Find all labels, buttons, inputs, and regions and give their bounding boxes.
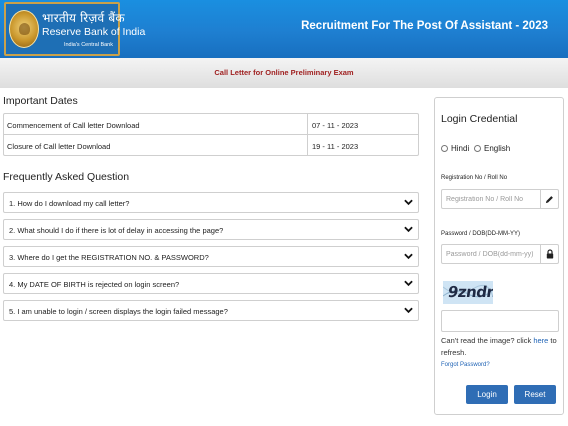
faq-question: 4. My DATE OF BIRTH is rejected on login… — [9, 280, 180, 289]
logo-tagline: India's Central Bank — [63, 42, 113, 48]
chevron-down-icon — [404, 253, 413, 260]
page-header: भारतीय रिज़र्व बैंक Reserve Bank of Indi… — [0, 0, 568, 58]
refresh-captcha-link[interactable]: here — [533, 336, 548, 345]
faq-question: 3. Where do I get the REGISTRATION NO. &… — [9, 253, 209, 262]
faq-item-registration[interactable]: 3. Where do I get the REGISTRATION NO. &… — [3, 246, 419, 267]
captcha-input[interactable] — [441, 310, 559, 332]
chevron-down-icon — [404, 280, 413, 287]
lock-icon — [540, 245, 558, 263]
chevron-down-icon — [404, 307, 413, 314]
forgot-password-link[interactable]: Forgot Password? — [441, 362, 490, 368]
date-label: Closure of Call letter Download — [7, 142, 111, 151]
language-hindi-radio[interactable]: Hindi — [441, 143, 469, 153]
captcha-image: 9zndn — [443, 281, 493, 304]
rbi-seal-icon — [9, 10, 39, 48]
date-label: Commencement of Call letter Download — [7, 121, 140, 130]
important-dates-title: Important Dates — [3, 95, 78, 107]
pencil-icon — [540, 190, 558, 208]
important-dates-table: Commencement of Call letter Download 07 … — [3, 113, 419, 156]
help-prefix: Can't read the image? click — [441, 336, 534, 345]
page-title: Recruitment For The Post Of Assistant - … — [301, 20, 548, 32]
chevron-down-icon — [404, 226, 413, 233]
faq-question: 1. How do I download my call letter? — [9, 199, 130, 208]
password-input[interactable] — [442, 245, 540, 263]
radio-label: English — [484, 143, 511, 153]
faq-question: 2. What should I do if there is lot of d… — [9, 226, 224, 235]
logo-english-text: Reserve Bank of India — [42, 26, 146, 38]
password-label: Password / DOB(DD-MM-YY) — [441, 231, 521, 237]
date-value: 19 - 11 - 2023 — [307, 135, 418, 156]
table-row: Closure of Call letter Download 19 - 11 … — [4, 135, 418, 156]
table-row: Commencement of Call letter Download 07 … — [4, 114, 418, 135]
faq-title: Frequently Asked Question — [3, 171, 130, 183]
logo-hindi-text: भारतीय रिज़र्व बैंक — [42, 11, 125, 25]
faq-item-download[interactable]: 1. How do I download my call letter? — [3, 192, 419, 213]
faq-item-delay[interactable]: 2. What should I do if there is lot of d… — [3, 219, 419, 240]
language-english-radio[interactable]: English — [474, 143, 510, 153]
login-panel: Login Credential Hindi English Registrat… — [434, 97, 564, 415]
registration-field — [441, 189, 559, 209]
reset-button[interactable]: Reset — [514, 385, 556, 404]
date-value: 07 - 11 - 2023 — [307, 114, 418, 135]
captcha-help-text: Can't read the image? click here to refr… — [441, 335, 561, 359]
radio-label: Hindi — [451, 143, 470, 153]
exam-banner: Call Letter for Online Preliminary Exam — [0, 58, 568, 88]
password-field — [441, 244, 559, 264]
faq-item-login-failed[interactable]: 5. I am unable to login / screen display… — [3, 300, 419, 321]
faq-item-dob[interactable]: 4. My DATE OF BIRTH is rejected on login… — [3, 273, 419, 294]
chevron-down-icon — [404, 199, 413, 206]
radio-circle[interactable] — [441, 144, 448, 152]
registration-input[interactable] — [442, 190, 540, 208]
login-title: Login Credential — [441, 113, 518, 125]
faq-question: 5. I am unable to login / screen display… — [9, 307, 228, 316]
captcha-text: 9zndn — [446, 283, 493, 301]
registration-label: Registration No / Roll No — [441, 175, 508, 181]
rbi-logo: भारतीय रिज़र्व बैंक Reserve Bank of Indi… — [4, 2, 145, 56]
radio-circle[interactable] — [474, 144, 481, 152]
banner-title: Call Letter for Online Preliminary Exam — [214, 68, 354, 77]
login-button[interactable]: Login — [466, 385, 508, 404]
